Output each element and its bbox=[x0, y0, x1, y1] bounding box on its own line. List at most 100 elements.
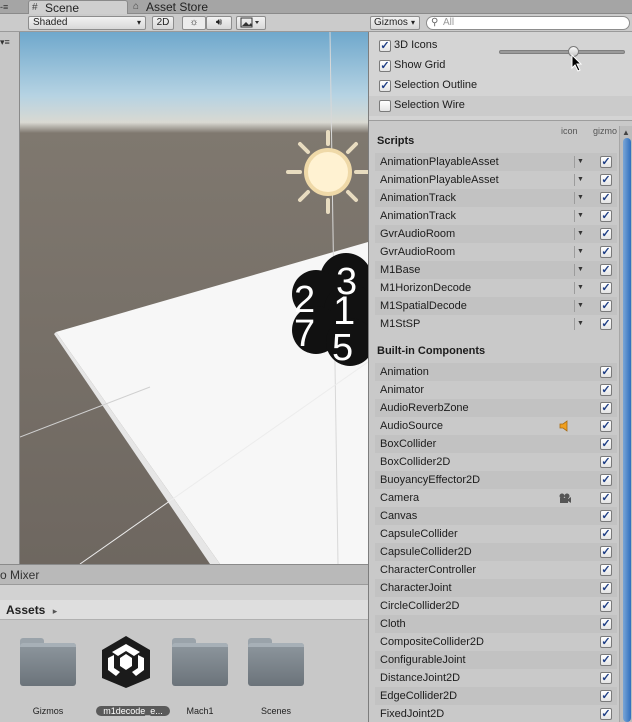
component-row[interactable]: BoxCollider ✓ bbox=[375, 435, 617, 453]
gizmo-checkbox[interactable]: ✓ bbox=[600, 366, 612, 378]
breadcrumb-assets[interactable]: Assets bbox=[6, 603, 45, 617]
gizmo-checkbox[interactable]: ✓ bbox=[600, 246, 612, 258]
icon-size-slider[interactable] bbox=[499, 46, 625, 57]
gizmo-checkbox[interactable]: ✓ bbox=[600, 600, 612, 612]
icon-dropdown-arrow-icon[interactable]: ▼ bbox=[574, 243, 584, 261]
icon-dropdown-arrow-icon[interactable]: ▼ bbox=[574, 315, 584, 333]
component-row[interactable]: FixedJoint2D ✓ bbox=[375, 705, 617, 722]
icon-dropdown-arrow-icon[interactable]: ▼ bbox=[574, 207, 584, 225]
gizmo-checkbox[interactable]: ✓ bbox=[600, 654, 612, 666]
component-row[interactable]: CapsuleCollider2D ✓ bbox=[375, 543, 617, 561]
option-3d-icons[interactable]: ✓ 3D Icons bbox=[369, 36, 632, 72]
gizmo-checkbox[interactable]: ✓ bbox=[600, 564, 612, 576]
script-row[interactable]: AnimationPlayableAsset ▼ ✓ bbox=[375, 153, 617, 171]
gizmo-checkbox[interactable]: ✓ bbox=[600, 582, 612, 594]
gizmo-checkbox[interactable]: ✓ bbox=[600, 618, 612, 630]
gizmo-checkbox[interactable]: ✓ bbox=[600, 300, 612, 312]
gizmo-checkbox[interactable]: ✓ bbox=[600, 156, 612, 168]
gizmo-checkbox[interactable]: ✓ bbox=[600, 474, 612, 486]
option-selection-wire[interactable]: Selection Wire bbox=[369, 96, 632, 116]
gizmo-checkbox[interactable]: ✓ bbox=[600, 708, 612, 720]
icon-dropdown-arrow-icon[interactable]: ▼ bbox=[574, 261, 584, 279]
gizmo-checkbox[interactable]: ✓ bbox=[600, 228, 612, 240]
camera-icon[interactable] bbox=[558, 492, 572, 504]
checkbox-show-grid[interactable]: ✓ bbox=[379, 60, 391, 72]
gizmo-checkbox[interactable]: ✓ bbox=[600, 438, 612, 450]
component-row[interactable]: Animation ✓ bbox=[375, 363, 617, 381]
gizmo-checkbox[interactable]: ✓ bbox=[600, 528, 612, 540]
gizmo-checkbox[interactable]: ✓ bbox=[600, 210, 612, 222]
asset-folder-gizmos[interactable]: Gizmos bbox=[10, 630, 86, 720]
gizmo-checkbox[interactable]: ✓ bbox=[600, 690, 612, 702]
component-row[interactable]: EdgeCollider2D ✓ bbox=[375, 687, 617, 705]
gizmo-checkbox[interactable]: ✓ bbox=[600, 546, 612, 558]
component-row[interactable]: AudioSource ✓ bbox=[375, 417, 617, 435]
component-row[interactable]: CharacterJoint ✓ bbox=[375, 579, 617, 597]
option-selection-outline[interactable]: ✓ Selection Outline bbox=[369, 76, 632, 96]
audio-mixer-tab[interactable]: o Mixer bbox=[0, 564, 368, 584]
gizmo-checkbox[interactable]: ✓ bbox=[600, 318, 612, 330]
icon-dropdown-arrow-icon[interactable]: ▼ bbox=[574, 279, 584, 297]
script-row[interactable]: GvrAudioRoom ▼ ✓ bbox=[375, 243, 617, 261]
asset-folder-scenes[interactable]: Scenes bbox=[238, 630, 314, 720]
checkbox-3d-icons[interactable]: ✓ bbox=[379, 40, 391, 52]
component-row[interactable]: Animator ✓ bbox=[375, 381, 617, 399]
script-row[interactable]: AnimationPlayableAsset ▼ ✓ bbox=[375, 171, 617, 189]
option-show-grid[interactable]: ✓ Show Grid bbox=[369, 56, 632, 76]
asset-scene-m1decode[interactable]: m1decode_e... bbox=[86, 630, 170, 720]
script-row[interactable]: M1HorizonDecode ▼ ✓ bbox=[375, 279, 617, 297]
shading-mode-dropdown[interactable]: Shaded ▾ bbox=[28, 16, 146, 30]
checkbox-selection-wire[interactable] bbox=[379, 100, 391, 112]
gizmo-checkbox[interactable]: ✓ bbox=[600, 456, 612, 468]
component-row[interactable]: CompositeCollider2D ✓ bbox=[375, 633, 617, 651]
script-row[interactable]: AnimationTrack ▼ ✓ bbox=[375, 189, 617, 207]
directional-light-icon[interactable] bbox=[286, 130, 368, 214]
gizmo-checkbox[interactable]: ✓ bbox=[600, 420, 612, 432]
component-row[interactable]: AudioReverbZone ✓ bbox=[375, 399, 617, 417]
gizmos-dropdown[interactable]: Gizmos ▾ bbox=[370, 16, 420, 30]
gizmo-checkbox[interactable]: ✓ bbox=[600, 282, 612, 294]
component-row[interactable]: ConfigurableJoint ✓ bbox=[375, 651, 617, 669]
icon-dropdown-arrow-icon[interactable]: ▼ bbox=[574, 171, 584, 189]
icon-dropdown-arrow-icon[interactable]: ▼ bbox=[574, 297, 584, 315]
gizmo-checkbox[interactable]: ✓ bbox=[600, 636, 612, 648]
toggle-2d-button[interactable]: 2D bbox=[152, 16, 174, 30]
script-row[interactable]: M1StSP ▼ ✓ bbox=[375, 315, 617, 333]
panel-options-icon[interactable]: ▾≡ bbox=[0, 36, 20, 48]
tab-asset-store[interactable]: ⌂ Asset Store bbox=[130, 0, 226, 14]
icon-dropdown-arrow-icon[interactable]: ▼ bbox=[574, 189, 584, 207]
component-row[interactable]: Cloth ✓ bbox=[375, 615, 617, 633]
gizmo-checkbox[interactable]: ✓ bbox=[600, 492, 612, 504]
scene-lighting-toggle[interactable]: ☼ bbox=[182, 16, 206, 30]
script-row[interactable]: M1Base ▼ ✓ bbox=[375, 261, 617, 279]
gizmo-checkbox[interactable]: ✓ bbox=[600, 510, 612, 522]
gizmo-checkbox[interactable]: ✓ bbox=[600, 672, 612, 684]
scroll-up-arrow-icon[interactable]: ▲ bbox=[622, 128, 630, 137]
speaker-icon[interactable] bbox=[558, 420, 572, 432]
gizmo-checkbox[interactable]: ✓ bbox=[600, 402, 612, 414]
script-row[interactable]: M1SpatialDecode ▼ ✓ bbox=[375, 297, 617, 315]
gizmo-checkbox[interactable]: ✓ bbox=[600, 264, 612, 276]
scrollbar-thumb[interactable] bbox=[623, 138, 631, 722]
component-row[interactable]: DistanceJoint2D ✓ bbox=[375, 669, 617, 687]
gizmo-checkbox[interactable]: ✓ bbox=[600, 384, 612, 396]
checkbox-selection-outline[interactable]: ✓ bbox=[379, 80, 391, 92]
component-row[interactable]: Canvas ✓ bbox=[375, 507, 617, 525]
icon-dropdown-arrow-icon[interactable]: ▼ bbox=[574, 153, 584, 171]
gizmo-checkbox[interactable]: ✓ bbox=[600, 192, 612, 204]
component-row[interactable]: Camera ✓ bbox=[375, 489, 617, 507]
scene-audio-toggle[interactable]: 🔊︎ bbox=[206, 16, 232, 30]
component-row[interactable]: CharacterController ✓ bbox=[375, 561, 617, 579]
left-panel-tab-partial[interactable]: -≡ bbox=[0, 0, 20, 14]
scene-viewport[interactable]: 3 2 1 7 5 bbox=[20, 32, 368, 564]
hierarchy-search-input[interactable]: ⚲ All bbox=[426, 16, 630, 30]
icon-dropdown-arrow-icon[interactable]: ▼ bbox=[574, 225, 584, 243]
gizmo-list-scrollbar[interactable]: ▲ bbox=[619, 126, 632, 722]
gizmo-checkbox[interactable]: ✓ bbox=[600, 174, 612, 186]
component-row[interactable]: BoxCollider2D ✓ bbox=[375, 453, 617, 471]
tab-scene[interactable]: # Scene bbox=[28, 0, 128, 15]
component-row[interactable]: BuoyancyEffector2D ✓ bbox=[375, 471, 617, 489]
scene-effects-dropdown[interactable] bbox=[236, 16, 266, 30]
asset-folder-mach1[interactable]: Mach1 bbox=[162, 630, 238, 720]
script-row[interactable]: AnimationTrack ▼ ✓ bbox=[375, 207, 617, 225]
